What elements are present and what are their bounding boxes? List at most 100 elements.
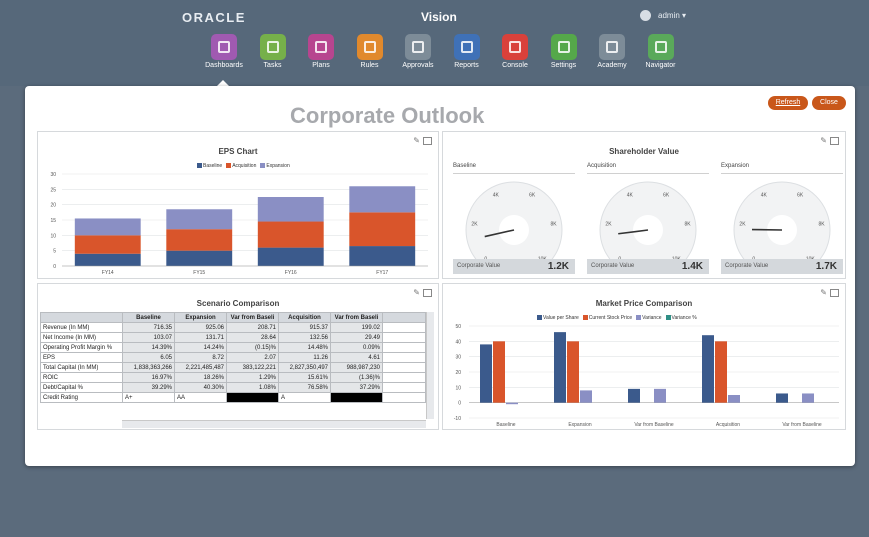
user-icon[interactable] <box>640 10 651 21</box>
nav-item-rules[interactable]: Rules <box>345 34 395 69</box>
table-cell[interactable]: 8.72 <box>174 352 227 363</box>
eps-bar-expansion[interactable] <box>349 186 416 213</box>
table-cell[interactable]: (1.36)% <box>330 372 383 383</box>
table-cell[interactable]: 103.07 <box>122 332 175 343</box>
table-cell[interactable]: 1,838,363,266 <box>122 362 175 373</box>
table-cell[interactable]: 29.49 <box>330 332 383 343</box>
y-tick-label: 10 <box>455 385 461 391</box>
table-cell[interactable]: 14.48% <box>278 342 331 353</box>
edit-icon[interactable]: ✎ <box>820 288 827 297</box>
eps-bar-baseline[interactable] <box>349 246 416 266</box>
market-bar-variance[interactable] <box>728 395 740 403</box>
edit-icon[interactable]: ✎ <box>820 136 827 145</box>
eps-bar-expansion[interactable] <box>257 197 324 222</box>
market-bar-value-per-share[interactable] <box>776 393 788 403</box>
table-cell[interactable] <box>330 392 383 403</box>
maximize-icon[interactable] <box>423 288 432 297</box>
column-header[interactable]: Acquisition <box>278 312 331 323</box>
eps-bar-baseline[interactable] <box>166 250 233 266</box>
table-cell[interactable]: 76.58% <box>278 382 331 393</box>
table-cell[interactable]: 2.07 <box>226 352 279 363</box>
table-cell[interactable]: 925.06 <box>174 322 227 333</box>
market-card-tools: ✎ <box>820 288 839 297</box>
column-header[interactable]: Baseline <box>122 312 175 323</box>
table-cell[interactable]: 2,827,350,497 <box>278 362 331 373</box>
table-vertical-scrollbar[interactable] <box>426 312 434 419</box>
refresh-button[interactable]: Refresh <box>768 96 808 110</box>
market-bar-value-per-share[interactable] <box>554 332 566 403</box>
market-bar-current-stock-price[interactable] <box>493 341 505 403</box>
eps-bar-expansion[interactable] <box>74 218 141 236</box>
market-bar-variance[interactable] <box>654 388 666 403</box>
scenario-comparison-card: Scenario Comparison ✎ Baseline Expansion V… <box>37 283 439 430</box>
table-cell[interactable]: 1.29% <box>226 372 279 383</box>
close-button[interactable]: Close <box>812 96 846 110</box>
eps-bar-baseline[interactable] <box>74 253 141 266</box>
eps-bar-expansion[interactable] <box>166 209 233 230</box>
market-bar-variance[interactable] <box>580 390 592 403</box>
market-bar-variance[interactable] <box>506 402 518 405</box>
table-cell[interactable]: 208.71 <box>226 322 279 333</box>
edit-icon[interactable]: ✎ <box>413 136 420 145</box>
table-cell[interactable]: 39.29% <box>122 382 175 393</box>
maximize-icon[interactable] <box>830 288 839 297</box>
table-cell[interactable]: 0.09% <box>330 342 383 353</box>
nav-item-reports[interactable]: Reports <box>442 34 492 69</box>
eps-bar-acquisition[interactable] <box>74 235 141 254</box>
nav-item-tasks[interactable]: Tasks <box>248 34 298 69</box>
table-cell[interactable] <box>226 392 279 403</box>
eps-bar-acquisition[interactable] <box>257 221 324 248</box>
gauge-caption: Corporate Value <box>591 263 635 269</box>
table-cell[interactable]: 14.39% <box>122 342 175 353</box>
nav-item-plans[interactable]: Plans <box>296 34 346 69</box>
gauge-divider <box>721 173 843 174</box>
table-cell[interactable]: 15.61% <box>278 372 331 383</box>
table-cell[interactable]: 28.64 <box>226 332 279 343</box>
nav-item-settings[interactable]: Settings <box>539 34 589 69</box>
table-cell[interactable]: 40.30% <box>174 382 227 393</box>
table-cell[interactable]: 131.71 <box>174 332 227 343</box>
market-bar-value-per-share[interactable] <box>480 344 492 403</box>
edit-icon[interactable]: ✎ <box>413 288 420 297</box>
column-header[interactable]: Expansion <box>174 312 227 323</box>
user-menu[interactable]: admin ▾ <box>658 11 686 20</box>
column-header[interactable]: Var from Baseli <box>330 312 383 323</box>
market-bar-current-stock-price[interactable] <box>715 341 727 403</box>
table-cell[interactable]: 16.97% <box>122 372 175 383</box>
column-header[interactable] <box>40 312 123 323</box>
column-header[interactable]: Var from Baseli <box>226 312 279 323</box>
eps-bar-acquisition[interactable] <box>349 212 416 247</box>
table-cell[interactable]: 14.24% <box>174 342 227 353</box>
market-bar-variance[interactable] <box>802 393 814 403</box>
table-cell[interactable]: 37.29% <box>330 382 383 393</box>
nav-item-dashboards[interactable]: Dashboards <box>199 34 249 69</box>
nav-item-approvals[interactable]: Approvals <box>393 34 443 69</box>
table-cell[interactable]: A <box>278 392 331 403</box>
table-cell[interactable]: (0.15)% <box>226 342 279 353</box>
market-bar-value-per-share[interactable] <box>702 335 714 403</box>
table-cell[interactable]: 4.61 <box>330 352 383 363</box>
nav-item-console[interactable]: Console <box>490 34 540 69</box>
nav-item-navigator[interactable]: Navigator <box>636 34 686 69</box>
table-cell[interactable]: 11.26 <box>278 352 331 363</box>
table-cell[interactable]: 199.02 <box>330 322 383 333</box>
table-cell[interactable]: 6.05 <box>122 352 175 363</box>
table-horizontal-scrollbar[interactable] <box>122 420 426 428</box>
maximize-icon[interactable] <box>830 136 839 145</box>
table-cell[interactable]: 1.08% <box>226 382 279 393</box>
market-bar-value-per-share[interactable] <box>628 388 640 403</box>
table-cell[interactable]: 2,221,485,487 <box>174 362 227 373</box>
table-cell[interactable]: A+ <box>122 392 175 403</box>
market-bar-current-stock-price[interactable] <box>567 341 579 403</box>
table-cell[interactable]: 383,122,221 <box>226 362 279 373</box>
eps-bar-baseline[interactable] <box>257 247 324 266</box>
nav-item-academy[interactable]: Academy <box>587 34 637 69</box>
eps-bar-acquisition[interactable] <box>166 229 233 251</box>
table-cell[interactable]: 18.26% <box>174 372 227 383</box>
table-cell[interactable]: 915.37 <box>278 322 331 333</box>
table-cell[interactable]: 132.56 <box>278 332 331 343</box>
maximize-icon[interactable] <box>423 136 432 145</box>
table-cell[interactable]: 716.35 <box>122 322 175 333</box>
table-cell[interactable]: AA <box>174 392 227 403</box>
table-cell[interactable]: 988,987,230 <box>330 362 383 373</box>
